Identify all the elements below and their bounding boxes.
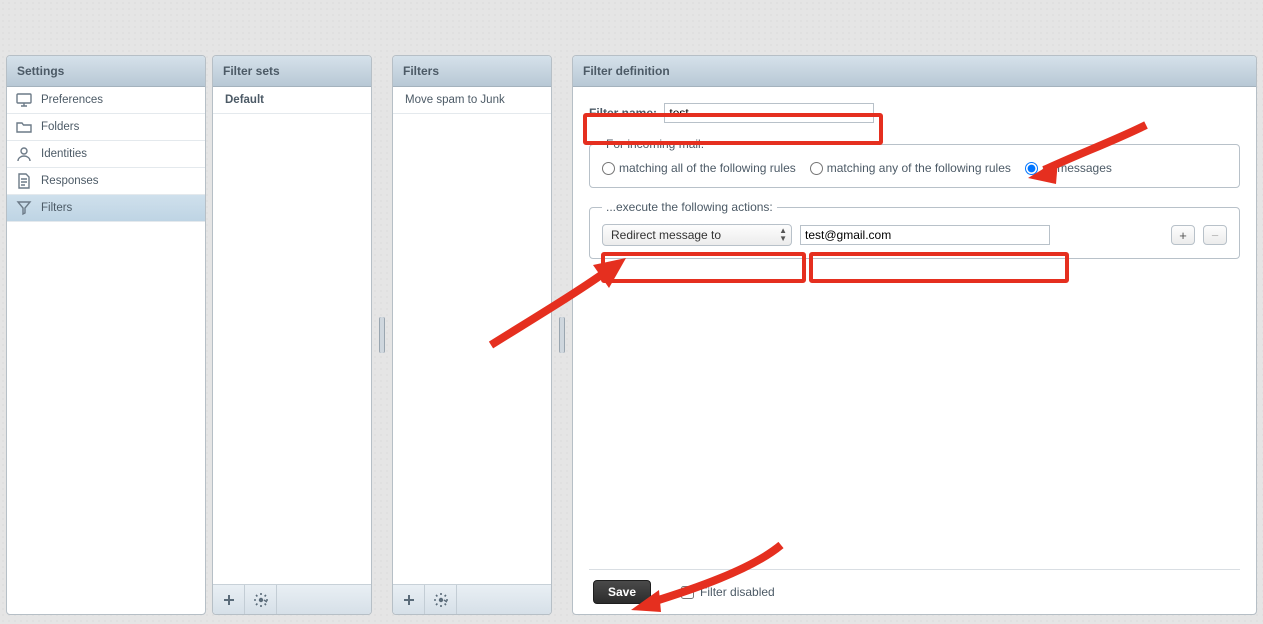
radio-all-rules-input[interactable]	[602, 162, 615, 175]
filter-item[interactable]: Move spam to Junk	[393, 87, 551, 114]
add-action-button[interactable]: +	[1171, 225, 1195, 245]
filters-header: Filters	[393, 56, 551, 87]
filters-panel: Filters Move spam to Junk	[392, 55, 552, 615]
filtersets-panel: Filter sets Default	[212, 55, 372, 615]
folder-icon	[16, 119, 32, 135]
filters-footer	[393, 584, 551, 614]
radio-label: matching all of the following rules	[619, 161, 796, 175]
filter-disabled-label: Filter disabled	[700, 585, 775, 599]
filter-disabled-checkbox[interactable]	[681, 586, 694, 599]
filter-label: Move spam to Junk	[405, 94, 505, 106]
radio-all-rules[interactable]: matching all of the following rules	[602, 161, 796, 175]
filter-name-row: Filter name:	[589, 103, 1240, 123]
sidebar-item-filters[interactable]: Filters	[7, 195, 205, 222]
radio-any-rules[interactable]: matching any of the following rules	[810, 161, 1011, 175]
sidebar-item-label: Identities	[41, 148, 87, 160]
settings-panel: Settings Preferences Folders Identities …	[6, 55, 206, 615]
filtersets-list: Default	[213, 87, 371, 584]
incoming-legend: For incoming mail:	[602, 137, 708, 151]
filter-name-label: Filter name:	[589, 106, 657, 120]
definition-panel: Filter definition Filter name: For incom…	[572, 55, 1257, 615]
sidebar-item-preferences[interactable]: Preferences	[7, 87, 205, 114]
radio-all-messages[interactable]: all messages	[1025, 161, 1112, 175]
actions-legend: ...execute the following actions:	[602, 200, 777, 214]
radio-label: all messages	[1042, 161, 1112, 175]
action-type-select[interactable]: Redirect message to ▲▼	[602, 224, 792, 246]
filterset-item[interactable]: Default	[213, 87, 371, 114]
sidebar-item-label: Folders	[41, 121, 79, 133]
definition-body: Filter name: For incoming mail: matching…	[573, 87, 1256, 614]
filterset-label: Default	[225, 94, 264, 106]
filter-icon	[16, 200, 32, 216]
sidebar-item-label: Responses	[41, 175, 99, 187]
filter-gear-button[interactable]	[425, 585, 457, 614]
definition-footer: Save Filter disabled	[589, 569, 1240, 606]
filtersets-footer	[213, 584, 371, 614]
filter-name-input[interactable]	[664, 103, 874, 123]
filter-disabled-toggle[interactable]: Filter disabled	[681, 585, 775, 599]
sidebar-item-folders[interactable]: Folders	[7, 114, 205, 141]
select-value: Redirect message to	[611, 228, 721, 242]
user-icon	[16, 146, 32, 162]
doc-icon	[16, 173, 32, 189]
add-filter-button[interactable]	[393, 585, 425, 614]
settings-header: Settings	[7, 56, 205, 87]
radio-any-rules-input[interactable]	[810, 162, 823, 175]
radio-all-messages-input[interactable]	[1025, 162, 1038, 175]
actions-fieldset: ...execute the following actions: Redire…	[589, 200, 1240, 259]
sidebar-item-identities[interactable]: Identities	[7, 141, 205, 168]
sidebar-item-label: Preferences	[41, 94, 103, 106]
remove-action-button[interactable]: −	[1203, 225, 1227, 245]
settings-list: Preferences Folders Identities Responses…	[7, 87, 205, 614]
action-target-input[interactable]	[800, 225, 1050, 245]
save-button[interactable]: Save	[593, 580, 651, 604]
radio-label: matching any of the following rules	[827, 161, 1011, 175]
filterset-gear-button[interactable]	[245, 585, 277, 614]
select-arrows-icon: ▲▼	[779, 227, 787, 243]
splitter-handle[interactable]	[558, 55, 566, 615]
splitter-handle[interactable]	[378, 55, 386, 615]
add-filterset-button[interactable]	[213, 585, 245, 614]
sidebar-item-responses[interactable]: Responses	[7, 168, 205, 195]
sidebar-item-label: Filters	[41, 202, 72, 214]
incoming-fieldset: For incoming mail: matching all of the f…	[589, 137, 1240, 188]
monitor-icon	[16, 92, 32, 108]
filters-list: Move spam to Junk	[393, 87, 551, 584]
filtersets-header: Filter sets	[213, 56, 371, 87]
definition-header: Filter definition	[573, 56, 1256, 87]
